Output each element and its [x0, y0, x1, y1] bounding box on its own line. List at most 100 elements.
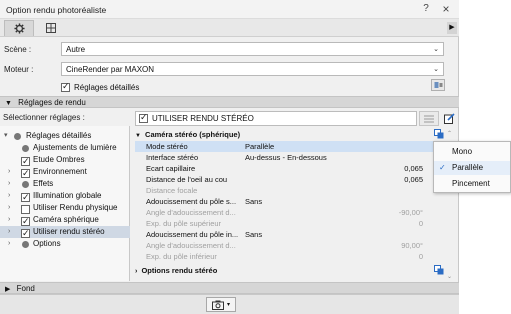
property-key: Adoucissement du pôle in...	[146, 230, 239, 239]
bottom-toolbar: ▾	[0, 294, 459, 314]
status-dot-icon	[22, 181, 29, 188]
status-dot-icon	[14, 133, 21, 140]
tree-item-selected[interactable]: › Utiliser rendu stéréo	[0, 226, 130, 239]
tab-bar: ▶	[0, 19, 459, 37]
detailed-settings-checkbox[interactable]	[61, 81, 70, 92]
property-row[interactable]: Interface stéréo Au-dessus - En-dessous	[135, 152, 453, 163]
tree-item[interactable]: › Environnement	[0, 166, 130, 179]
tree-item-label: Effets	[33, 179, 54, 188]
dropdown-option-pincement[interactable]: Pincement	[434, 177, 510, 191]
stereo-settings-panel: UTILISER RENDU STÉRÉO ▼ Caméra stéréo (s…	[132, 108, 459, 281]
list-view-button[interactable]	[419, 111, 439, 126]
use-stereo-checkbox[interactable]	[139, 112, 148, 123]
expand-icon[interactable]: ›	[8, 226, 10, 238]
close-button[interactable]: ×	[440, 3, 452, 15]
attribute-icon[interactable]	[434, 265, 444, 275]
tree-item-label: Caméra sphérique	[33, 215, 99, 224]
tree-item-label: Réglages détaillés	[26, 131, 92, 140]
dropdown-option-label: Pincement	[452, 179, 490, 188]
engine-select[interactable]: CineRender par MAXON ⌄	[61, 62, 444, 76]
render-settings-header[interactable]: ▼ Réglages de rendu	[0, 96, 459, 108]
tree-item-label: Options	[33, 239, 61, 248]
property-value: Parallèle	[245, 142, 275, 151]
render-options-window: Option rendu photoréaliste ? × ▶ Scène:…	[0, 0, 459, 314]
property-key: Adoucissement du pôle s...	[146, 197, 237, 206]
tree-item-label: Utiliser Rendu physique	[33, 203, 118, 212]
tree-item[interactable]: › Caméra sphérique	[0, 214, 130, 227]
stereo-header[interactable]: UTILISER RENDU STÉRÉO	[135, 111, 417, 126]
edit-icon	[443, 113, 455, 124]
property-row[interactable]: Mode stéréo Parallèle ›	[135, 141, 455, 152]
property-key: Mode stéréo	[146, 142, 188, 151]
property-value: 0,065	[404, 175, 423, 184]
stereo-options-group-label: Options rendu stéréo	[141, 266, 218, 275]
property-row[interactable]: Adoucissement du pôle in... Sans	[135, 229, 453, 240]
scene-select[interactable]: Autre ⌄	[61, 42, 444, 56]
scroll-up-icon[interactable]: ⌃	[447, 130, 452, 137]
property-row: Exp. du pôle inférieur 0	[135, 251, 453, 262]
stereo-header-label: UTILISER RENDU STÉRÉO	[152, 114, 254, 123]
tree-item[interactable]: › Illumination globale	[0, 190, 130, 203]
engine-value: CineRender par MAXON	[66, 65, 155, 74]
property-row[interactable]: Ecart capillaire 0,065	[135, 163, 453, 174]
detailed-settings-label: Réglages détaillés	[74, 82, 140, 92]
tree-item[interactable]: › Effets	[0, 178, 130, 190]
edit-button[interactable]	[442, 111, 456, 126]
help-button[interactable]: ?	[420, 3, 432, 15]
camera-stereo-group[interactable]: ▼ Caméra stéréo (sphérique)	[135, 129, 453, 140]
property-value: Sans	[245, 230, 263, 239]
expand-arrow-icon: ▶	[5, 286, 11, 293]
tree-item[interactable]: › Options	[0, 238, 130, 250]
expand-icon[interactable]: ›	[8, 178, 10, 190]
expand-icon[interactable]: ›	[8, 202, 10, 214]
property-row: Exp. du pôle supérieur 0	[135, 218, 453, 229]
expand-icon[interactable]: ›	[8, 238, 10, 250]
expand-arrow-icon: ›	[135, 268, 138, 275]
collapse-arrow-icon: ▼	[135, 133, 141, 139]
render-settings-title: Réglages de rendu	[18, 98, 86, 107]
property-key: Distance focale	[146, 186, 198, 195]
window-title: Option rendu photoréaliste	[6, 5, 107, 15]
expand-icon[interactable]: ›	[8, 214, 10, 226]
select-settings-label: Sélectionner réglages :	[3, 113, 85, 122]
stereo-options-group[interactable]: › Options rendu stéréo	[135, 265, 453, 276]
tree-item[interactable]: ▾ Réglages détaillés	[0, 130, 130, 142]
property-key: Angle d'adoucissement d...	[146, 241, 236, 250]
tree-item[interactable]: Ajustements de lumière	[0, 142, 130, 154]
expand-icon[interactable]: ›	[8, 190, 10, 202]
dropdown-option-mono[interactable]: Mono	[434, 145, 510, 159]
scene-value: Autre	[66, 45, 86, 54]
gear-icon	[13, 23, 25, 34]
property-row[interactable]: Distance de l'oeil au cou 0,065	[135, 174, 453, 185]
stereo-mode-dropdown: Mono ✓ Parallèle Pincement	[433, 141, 511, 193]
tree-item-label: Ajustements de lumière	[33, 143, 117, 152]
detailed-settings-toggle[interactable]: Réglages détaillés	[61, 81, 139, 93]
options-button[interactable]	[431, 79, 445, 91]
tree-item[interactable]: Etude Ombres	[0, 154, 130, 167]
property-value: 0,065	[404, 164, 423, 173]
tag-icon	[434, 129, 444, 139]
tab-settings[interactable]	[4, 20, 34, 36]
property-row[interactable]: Adoucissement du pôle s... Sans	[135, 196, 453, 207]
background-section-title: Fond	[16, 284, 35, 293]
chevron-down-icon: ⌄	[433, 66, 439, 73]
property-key: Exp. du pôle inférieur	[146, 252, 217, 261]
attribute-icon[interactable]	[434, 129, 444, 139]
settings-icon	[434, 82, 442, 88]
property-key: Exp. du pôle supérieur	[146, 219, 222, 228]
background-section-header[interactable]: ▶ Fond	[0, 282, 459, 294]
render-button[interactable]: ▾	[206, 297, 236, 312]
tab-size[interactable]	[36, 20, 66, 36]
collapse-arrow-icon: ▼	[5, 100, 12, 107]
dropdown-option-parallele[interactable]: ✓ Parallèle	[434, 161, 510, 175]
title-bar[interactable]: Option rendu photoréaliste ? ×	[0, 0, 459, 19]
expand-icon[interactable]: ▾	[4, 130, 8, 142]
tab-scroll-right-icon[interactable]: ▶	[447, 22, 457, 34]
scroll-down-icon[interactable]: ⌄	[447, 273, 452, 280]
expand-icon[interactable]: ›	[8, 166, 10, 178]
dropdown-option-label: Parallèle	[452, 163, 484, 172]
tree-item[interactable]: › Utiliser Rendu physique	[0, 202, 130, 215]
tree-item-label: Environnement	[33, 167, 87, 176]
property-row: Angle d'adoucissement d... 90,00°	[135, 240, 453, 251]
tag-icon	[434, 265, 444, 275]
